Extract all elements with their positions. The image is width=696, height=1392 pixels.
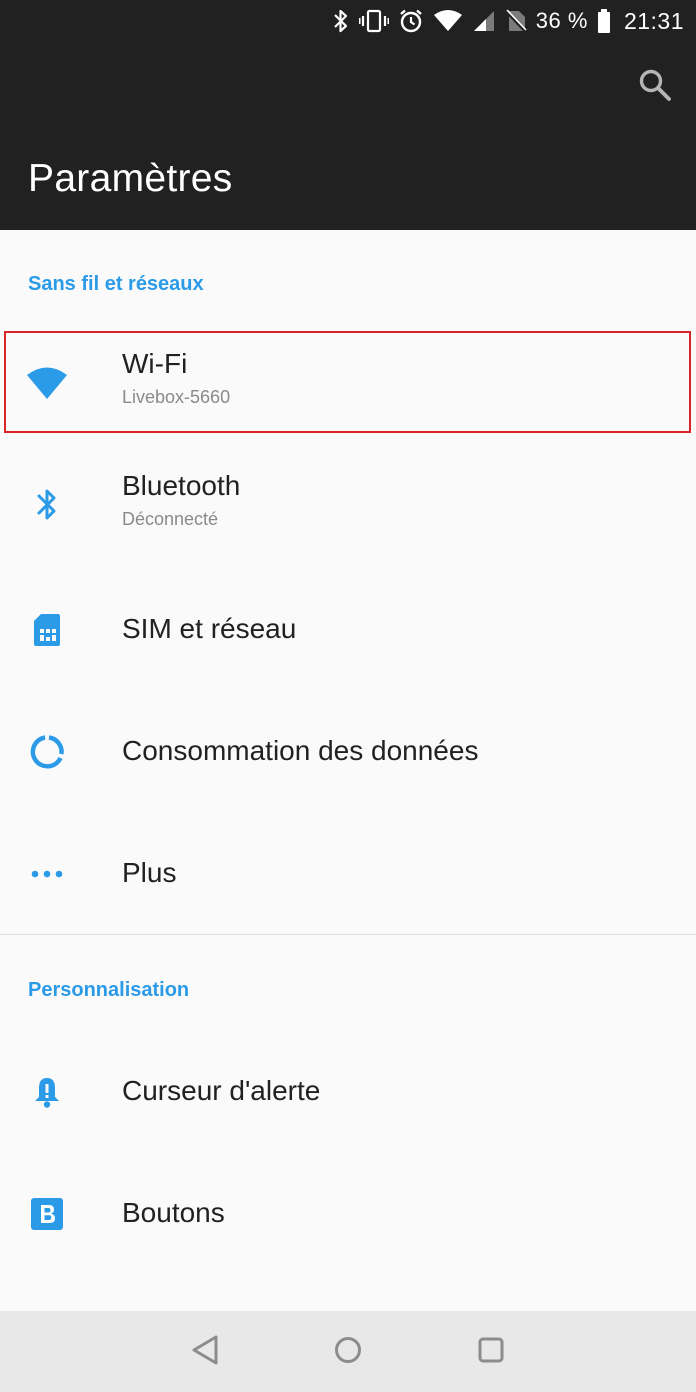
settings-item-sim[interactable]: SIM et réseau: [0, 569, 696, 691]
section-divider: [0, 934, 696, 935]
wifi-status-icon: [433, 9, 463, 33]
recents-button[interactable]: [470, 1331, 512, 1373]
settings-item-buttons[interactable]: Boutons: [0, 1153, 696, 1275]
bluetooth-status-icon: [332, 8, 350, 34]
settings-item-wifi[interactable]: Wi-Fi Livebox-5660: [0, 322, 696, 444]
settings-item-title: Bluetooth: [122, 470, 241, 501]
settings-item-title: Boutons: [122, 1197, 225, 1228]
home-button[interactable]: [327, 1331, 369, 1373]
settings-item-title: Consommation des données: [122, 735, 479, 766]
settings-item-title: Wi-Fi: [122, 348, 188, 379]
clock: 21:31: [623, 7, 684, 34]
buttons-b-icon: [24, 1153, 70, 1275]
battery-icon: [597, 8, 611, 34]
home-icon: [333, 1335, 363, 1370]
settings-item-data-usage[interactable]: Consommation des données: [0, 691, 696, 813]
settings-item-subtitle: Livebox-5660: [122, 387, 231, 407]
data-usage-icon: [24, 691, 70, 813]
status-icons: 36 % 21:31: [332, 4, 684, 38]
more-icon: [24, 813, 70, 935]
vibrate-icon: [358, 8, 389, 34]
section-header-wireless: Sans fil et réseaux: [28, 273, 204, 295]
alarm-icon: [398, 8, 424, 34]
settings-item-alert-slider[interactable]: Curseur d'alerte: [0, 1031, 696, 1153]
section-header-personalization: Personnalisation: [28, 979, 190, 1001]
search-icon: [638, 68, 672, 107]
settings-item-bluetooth[interactable]: Bluetooth Déconnecté: [0, 444, 696, 566]
settings-item-title: Plus: [122, 857, 177, 888]
settings-item-more[interactable]: Plus: [0, 813, 696, 935]
recents-icon: [476, 1335, 506, 1370]
navigation-bar: [0, 1311, 696, 1392]
settings-item-title: SIM et réseau: [122, 613, 297, 644]
signal-icon: [472, 9, 496, 33]
alert-bell-icon: [24, 1031, 70, 1153]
bluetooth-icon: [24, 444, 70, 566]
page-title: Paramètres: [28, 157, 233, 200]
search-button[interactable]: [634, 66, 676, 108]
no-sim-icon: [504, 9, 527, 33]
sim-card-icon: [24, 569, 70, 691]
settings-item-subtitle: Déconnecté: [122, 509, 219, 529]
wifi-icon: [24, 322, 70, 444]
settings-item-title: Curseur d'alerte: [122, 1075, 321, 1106]
battery-percentage: 36 %: [535, 8, 588, 33]
status-bar: 36 % 21:31: [0, 0, 696, 42]
back-button[interactable]: [185, 1331, 227, 1373]
app-bar: Paramètres: [0, 42, 696, 230]
back-icon: [191, 1334, 221, 1371]
